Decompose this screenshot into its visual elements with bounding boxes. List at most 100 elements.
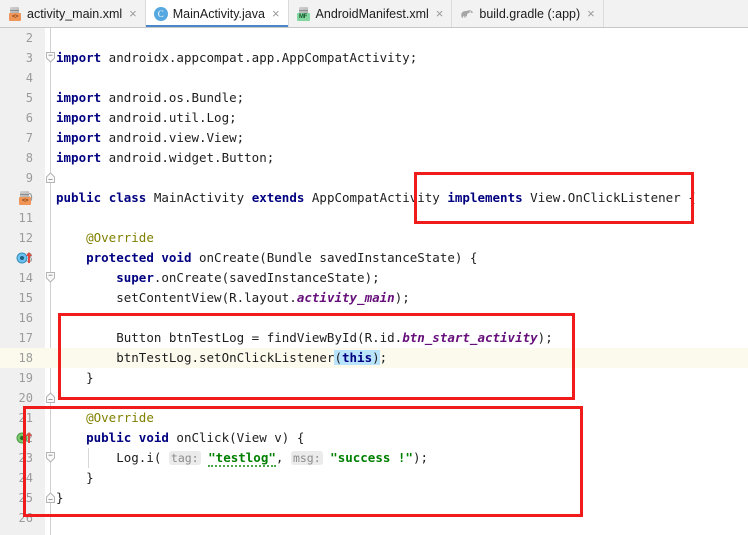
line-number: 14 <box>18 271 33 285</box>
fold-marker-collapse[interactable] <box>45 168 56 188</box>
log-i-call: Log.i( <box>116 450 162 465</box>
line-number: 20 <box>18 391 33 405</box>
line-number: 25 <box>18 491 33 505</box>
code-line-14: super.onCreate(savedInstanceState); <box>56 268 380 288</box>
xml-layout-icon: <> <box>8 6 22 21</box>
super-oncreate-call: .onCreate(savedInstanceState); <box>153 270 380 285</box>
tab-close-icon[interactable]: × <box>128 7 138 20</box>
code-line-25: } <box>56 488 64 508</box>
keyword-implements: implements <box>447 190 523 205</box>
fold-marker-collapse[interactable] <box>45 388 56 408</box>
keyword-super: super <box>116 270 154 285</box>
code-editor[interactable]: 2 3 4 5 6 7 8 9 10 11 12 13 14 15 16 17 … <box>0 28 748 535</box>
keyword-import: import <box>56 130 102 145</box>
line-number: 19 <box>18 371 33 385</box>
layout-file-icon-badge: <> <box>19 197 31 205</box>
code-line-7: import android.view.View; <box>56 128 244 148</box>
keyword-import: import <box>56 110 102 125</box>
keyword-public: public <box>86 430 132 445</box>
keyword-class: class <box>108 190 147 205</box>
string-literal-success: "success !" <box>330 450 413 465</box>
onclick-signature: onClick(View v) { <box>168 430 305 445</box>
indent-guide <box>88 448 89 468</box>
keyword-import: import <box>56 150 102 165</box>
layout-file-icon-glyph: <> <box>18 191 32 205</box>
line-number: 8 <box>25 151 33 165</box>
code-line-8: import android.widget.Button; <box>56 148 274 168</box>
tab-build-gradle-app[interactable]: build.gradle (:app) × <box>452 0 604 27</box>
code-line-18: btnTestLog.setOnClickListener(this); <box>56 348 387 368</box>
setcontentview-call-end: ); <box>394 290 410 305</box>
closing-brace: } <box>56 490 64 505</box>
manifest-xml-icon-badge: MF <box>296 12 310 21</box>
tab-close-icon[interactable]: × <box>586 7 596 20</box>
line-number: 16 <box>18 311 33 325</box>
import-path: android.os.Bundle; <box>101 90 245 105</box>
line-number: 23 <box>18 451 33 465</box>
param-hint-tag: tag: <box>168 451 201 465</box>
keyword-import: import <box>56 50 102 65</box>
annotation-override: @Override <box>86 230 154 245</box>
closing-brace: } <box>86 370 94 385</box>
keyword-void: void <box>161 250 192 265</box>
string-literal-testlog: "testlog" <box>208 450 276 467</box>
line-number: 5 <box>25 91 33 105</box>
line-number: 18 <box>18 351 33 365</box>
code-line-22: public void onClick(View v) { <box>56 428 304 448</box>
code-line-6: import android.util.Log; <box>56 108 237 128</box>
import-path: androidx.appcompat.app.AppCompatActivity… <box>101 50 418 65</box>
line-number: 12 <box>18 231 33 245</box>
line-number: 11 <box>18 211 33 225</box>
tab-close-icon[interactable]: × <box>271 7 281 20</box>
line-number: 24 <box>18 471 33 485</box>
fold-marker-collapse[interactable] <box>45 48 56 68</box>
java-class-icon-letter: C <box>153 6 168 21</box>
class-name: MainActivity <box>146 190 252 205</box>
matching-paren-open: ( <box>334 350 342 365</box>
line-number: 26 <box>18 511 33 525</box>
import-path: android.util.Log; <box>101 110 237 125</box>
manifest-xml-icon: MF <box>296 6 311 21</box>
tab-label: MainActivity.java <box>172 6 265 21</box>
findviewbyid-call: Button btnTestLog = findViewById(R.id. <box>116 330 403 345</box>
interface-name: View.OnClickListener { <box>522 190 696 205</box>
import-path: android.view.View; <box>101 130 245 145</box>
code-line-24: } <box>56 468 94 488</box>
layout-file-icon[interactable]: <> <box>16 188 42 208</box>
implementing-method-icon[interactable] <box>16 428 42 448</box>
overriding-method-icon[interactable] <box>16 248 42 268</box>
id-field-btn-start-activity: btn_start_activity <box>402 330 538 345</box>
findviewbyid-call-end: ); <box>537 330 553 345</box>
fold-marker-collapse[interactable] <box>45 448 56 468</box>
superclass-name: AppCompatActivity <box>304 190 448 205</box>
code-line-15: setContentView(R.layout.activity_main); <box>56 288 410 308</box>
tab-mainactivity-java[interactable]: C MainActivity.java × <box>145 0 289 27</box>
keyword-this: this <box>342 350 373 365</box>
tab-activity-main-xml[interactable]: <> activity_main.xml × <box>0 0 146 27</box>
statement-semicolon: ; <box>379 350 388 365</box>
code-line-13: protected void onCreate(Bundle savedInst… <box>56 248 477 268</box>
fold-marker-collapse[interactable] <box>45 488 56 508</box>
tab-label: activity_main.xml <box>27 6 123 21</box>
layout-field-activity-main: activity_main <box>296 290 395 305</box>
editor-tab-bar: <> activity_main.xml × C MainActivity.ja… <box>0 0 748 28</box>
line-number: 6 <box>25 111 33 125</box>
line-number: 7 <box>25 131 33 145</box>
keyword-import: import <box>56 90 102 105</box>
annotation-override: @Override <box>86 410 154 425</box>
line-number: 15 <box>18 291 33 305</box>
import-path: android.widget.Button; <box>101 150 275 165</box>
tab-androidmanifest-xml[interactable]: MF AndroidManifest.xml × <box>288 0 453 27</box>
code-line-19: } <box>56 368 94 388</box>
code-line-5: import android.os.Bundle; <box>56 88 244 108</box>
code-line-17: Button btnTestLog = findViewById(R.id.bt… <box>56 328 553 348</box>
xml-layout-icon-badge: <> <box>9 12 21 21</box>
java-class-icon: C <box>153 6 168 21</box>
setcontentview-call: setContentView(R.layout. <box>116 290 297 305</box>
tab-close-icon[interactable]: × <box>435 7 445 20</box>
param-hint-msg: msg: <box>290 451 323 465</box>
fold-marker-collapse[interactable] <box>45 268 56 288</box>
log-call-end: ); <box>412 450 429 465</box>
keyword-extends: extends <box>251 190 305 205</box>
keyword-protected: protected <box>86 250 154 265</box>
